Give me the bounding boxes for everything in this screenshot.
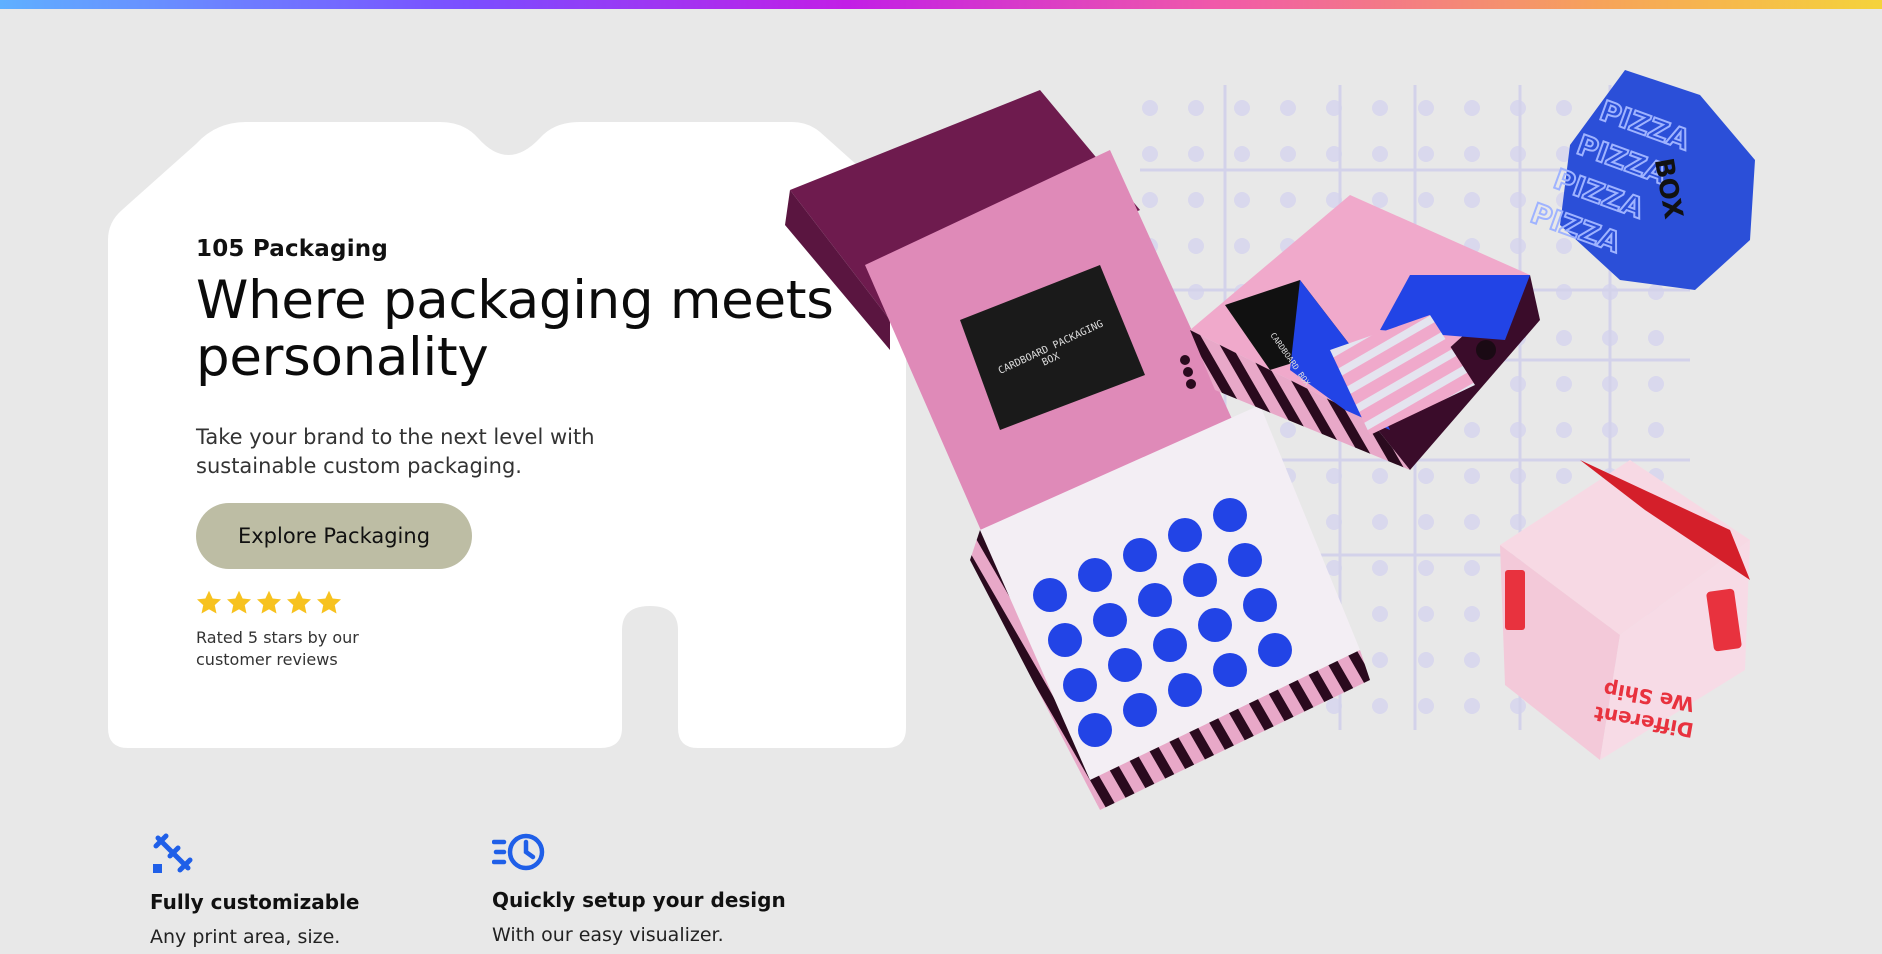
star-rating xyxy=(194,588,344,618)
pencil-ruler-icon xyxy=(153,833,193,873)
company-name: 105 Packaging xyxy=(196,236,389,262)
hero-headline: Where packaging meets personality xyxy=(196,270,834,388)
rating-caption: Rated 5 stars by our customer reviews xyxy=(196,628,359,669)
feature-quick-setup: Quickly setup your design With our easy … xyxy=(492,828,786,946)
feature-customizable: Fully customizable Any print area, size. xyxy=(150,830,359,948)
star-icon xyxy=(197,590,221,614)
fast-clock-icon xyxy=(492,833,545,871)
feature-description: Any print area, size. xyxy=(150,926,341,948)
star-icon xyxy=(257,590,281,614)
explore-packaging-button[interactable]: Explore Packaging xyxy=(196,503,472,569)
feature-title: Fully customizable xyxy=(150,890,360,914)
feature-description: With our easy visualizer. xyxy=(492,924,724,946)
star-icon xyxy=(287,590,311,614)
star-icon xyxy=(227,590,251,614)
star-icon xyxy=(317,590,341,614)
hero-subtext: Take your brand to the next level with s… xyxy=(196,425,595,478)
packaging-boxes-image: CARDBOARD PACKAGING BOX CARDBOARD BOX PI… xyxy=(785,70,1755,810)
feature-title: Quickly setup your design xyxy=(492,888,786,912)
